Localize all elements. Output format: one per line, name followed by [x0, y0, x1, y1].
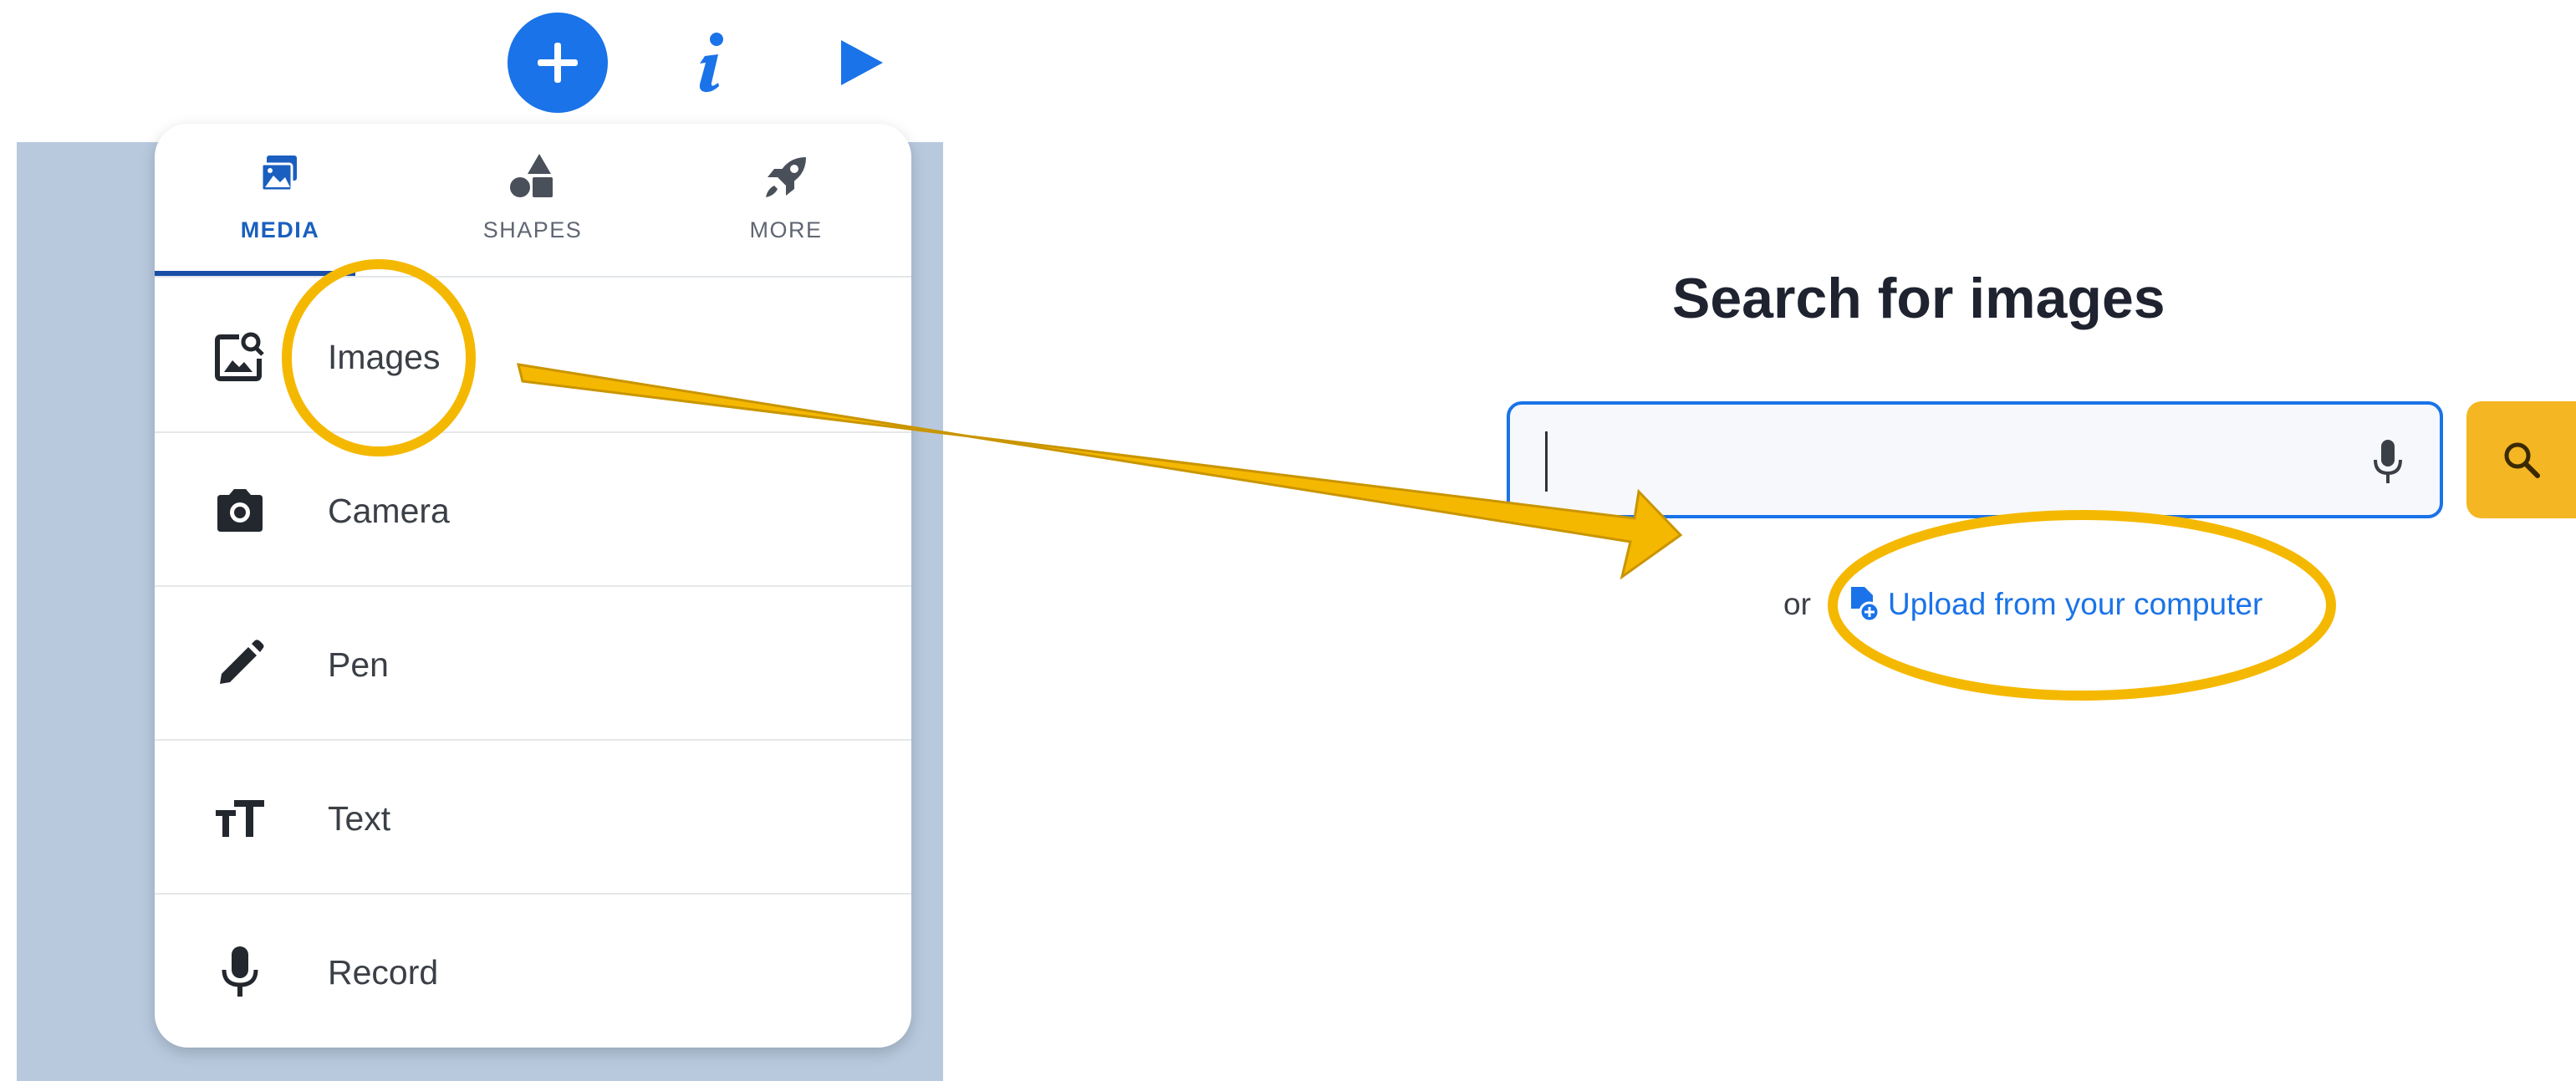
shapes-icon: [510, 154, 553, 197]
text-caret: [1545, 431, 1548, 492]
microphone-icon: [222, 946, 258, 997]
camera-icon: [217, 489, 263, 532]
pen-icon: [220, 640, 264, 684]
tab-shapes-label: SHAPES: [482, 217, 583, 242]
menu-item-pen-label: Pen: [328, 645, 389, 684]
info-icon: [699, 33, 723, 93]
menu-item-images[interactable]: Images: [155, 278, 911, 433]
tab-media-label: MEDIA: [240, 217, 320, 242]
menu-item-record-label: Record: [328, 953, 439, 992]
menu-item-text[interactable]: Text: [155, 739, 911, 895]
play-icon: [841, 40, 883, 85]
image-search-icon: [215, 332, 264, 381]
search-icon: [2504, 442, 2540, 478]
menu-item-record[interactable]: Record: [155, 893, 911, 1047]
tab-more-label: MORE: [749, 217, 823, 242]
active-tab-indicator: [155, 271, 355, 276]
search-button[interactable]: [2466, 401, 2576, 518]
upload-from-computer-link[interactable]: Upload from your computer: [1848, 582, 2262, 627]
menu-item-camera[interactable]: Camera: [155, 431, 911, 587]
plus-icon: [538, 43, 578, 83]
image-search-field[interactable]: [1507, 401, 2443, 518]
menu-item-images-label: Images: [328, 338, 441, 376]
microphone-icon: [2374, 440, 2402, 483]
menu-item-camera-label: Camera: [328, 492, 450, 530]
rocket-icon: [766, 157, 806, 197]
menu-item-pen[interactable]: Pen: [155, 585, 911, 741]
search-title: Search for images: [1672, 267, 2165, 330]
menu-tabs: MEDIA SHAPES MORE: [155, 124, 911, 278]
media-icon: [260, 156, 297, 192]
text-size-icon: [216, 800, 264, 837]
tab-media[interactable]: MEDIA: [155, 124, 406, 276]
search-input[interactable]: [1527, 421, 2349, 500]
play-button[interactable]: [832, 29, 890, 96]
insert-menu: MEDIA SHAPES MORE Images Camera Pen Text…: [155, 124, 911, 1048]
upload-file-icon: [1851, 587, 1880, 623]
tab-shapes[interactable]: SHAPES: [407, 124, 658, 276]
tab-more[interactable]: MORE: [661, 124, 911, 276]
upload-link-label: Upload from your computer: [1888, 587, 2263, 621]
menu-item-text-label: Text: [328, 799, 391, 838]
voice-search-button[interactable]: [2354, 430, 2421, 493]
add-button[interactable]: [508, 13, 608, 113]
info-button[interactable]: [681, 25, 740, 100]
or-separator: or: [1783, 587, 1811, 621]
